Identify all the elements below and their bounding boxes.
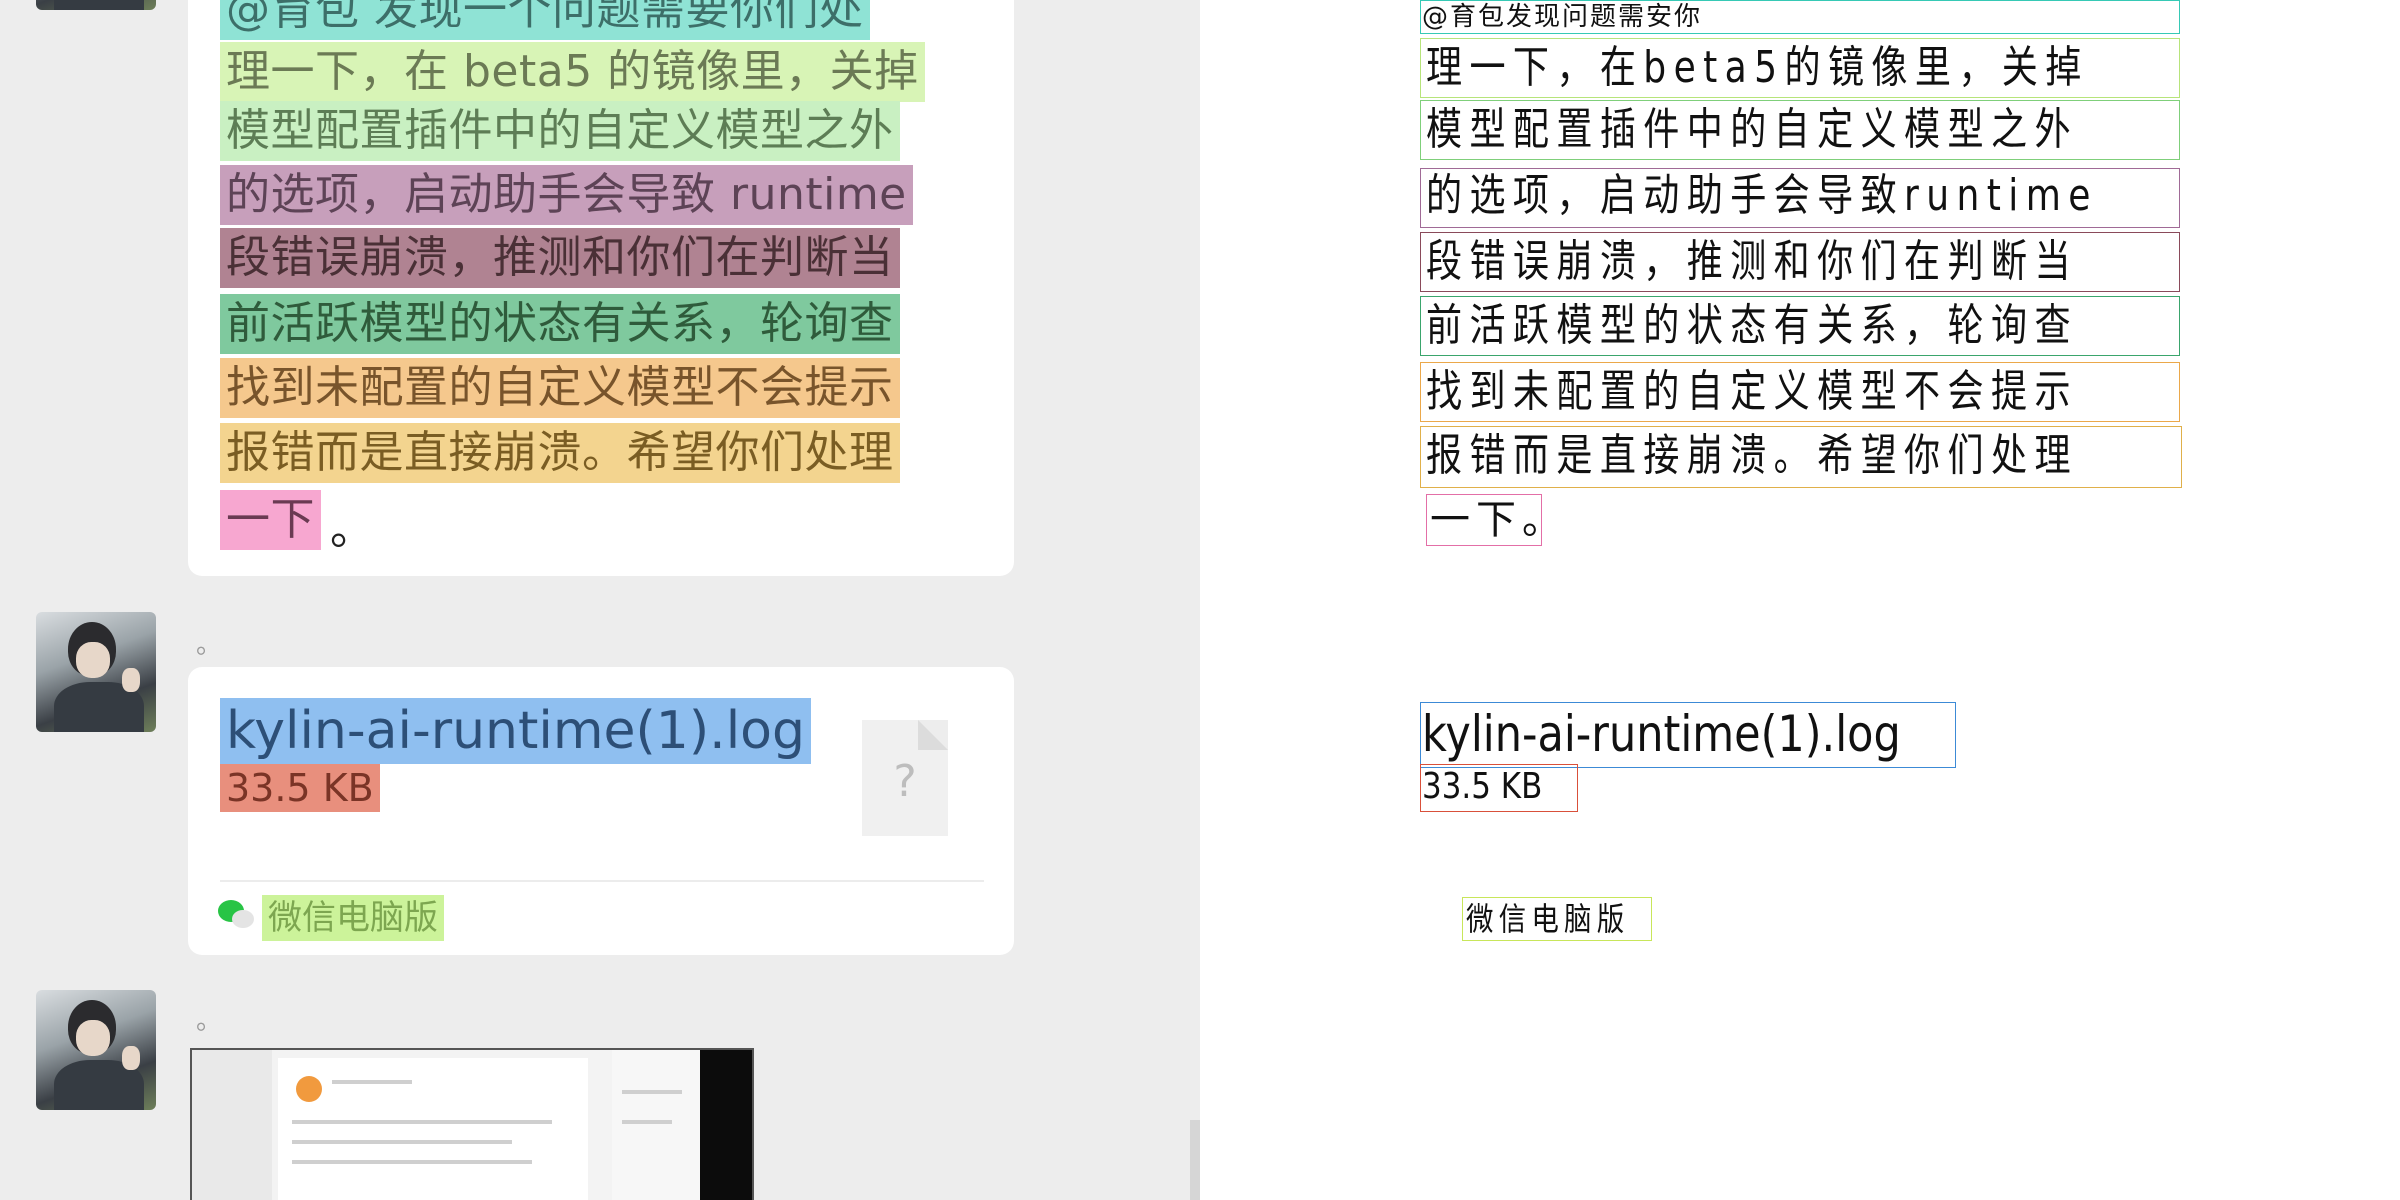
screenshot-image-thumbnail[interactable]	[190, 1048, 754, 1200]
message-line-9: 一下	[220, 490, 321, 550]
file-name[interactable]: kylin-ai-runtime(1).log	[220, 698, 811, 764]
ocr-line-1: @育包发现问题需安你	[1422, 2, 1703, 32]
sender-avatar-3[interactable]	[36, 990, 156, 1110]
wechat-icon	[218, 898, 258, 934]
ocr-line-6: 前活跃模型的状态有关系，轮询查	[1426, 300, 2078, 351]
sender-name: 。	[196, 1006, 223, 1036]
question-mark-icon: ?	[893, 756, 917, 807]
message-line-5: 段错误崩溃，推测和你们在判断当	[220, 228, 900, 288]
message-line-4: 的选项，启动助手会导致 runtime	[220, 165, 913, 225]
unknown-file-icon[interactable]: ?	[862, 720, 948, 836]
ocr-line-8: 报错而是直接崩溃。希望你们处理	[1426, 430, 2078, 481]
message-line-2: 理一下，在 beta5 的镜像里，关掉	[220, 42, 925, 102]
sender-avatar-1[interactable]	[36, 0, 156, 10]
message-line-1: @育包 发现一个问题需要你们处	[220, 0, 870, 40]
source-label: 微信电脑版	[262, 895, 444, 941]
divider	[220, 880, 984, 882]
ocr-line-7: 找到未配置的自定义模型不会提示	[1426, 366, 2078, 417]
sender-name: 。	[196, 630, 223, 660]
ocr-line-4: 的选项，启动助手会导致runtime	[1426, 170, 2098, 221]
message-trailing-punctuation: 。	[330, 504, 374, 555]
ocr-file-name: kylin-ai-runtime(1).log	[1422, 705, 1901, 763]
ocr-annotation-panel: @育包发现问题需安你 理一下，在beta5的镜像里，关掉 模型配置插件中的自定义…	[1200, 0, 2400, 1200]
ocr-line-5: 段错误崩溃，推测和你们在判断当	[1426, 236, 2078, 287]
ocr-line-9: 一下。	[1430, 497, 1568, 543]
message-line-3: 模型配置插件中的自定义模型之外	[220, 101, 900, 161]
ocr-line-3: 模型配置插件中的自定义模型之外	[1426, 104, 2078, 155]
message-line-6: 前活跃模型的状态有关系，轮询查	[220, 294, 900, 354]
file-size: 33.5 KB	[220, 764, 380, 812]
sender-avatar-2[interactable]	[36, 612, 156, 732]
chat-panel: @育包 发现一个问题需要你们处 理一下，在 beta5 的镜像里，关掉 模型配置…	[0, 0, 1200, 1200]
message-line-8: 报错而是直接崩溃。希望你们处理	[220, 423, 900, 483]
message-line-7: 找到未配置的自定义模型不会提示	[220, 358, 900, 418]
ocr-line-2: 理一下，在beta5的镜像里，关掉	[1426, 42, 2089, 93]
ocr-source-label: 微信电脑版	[1466, 900, 1630, 938]
scrollbar[interactable]	[1190, 1120, 1200, 1200]
ocr-file-size: 33.5 KB	[1422, 766, 1543, 807]
